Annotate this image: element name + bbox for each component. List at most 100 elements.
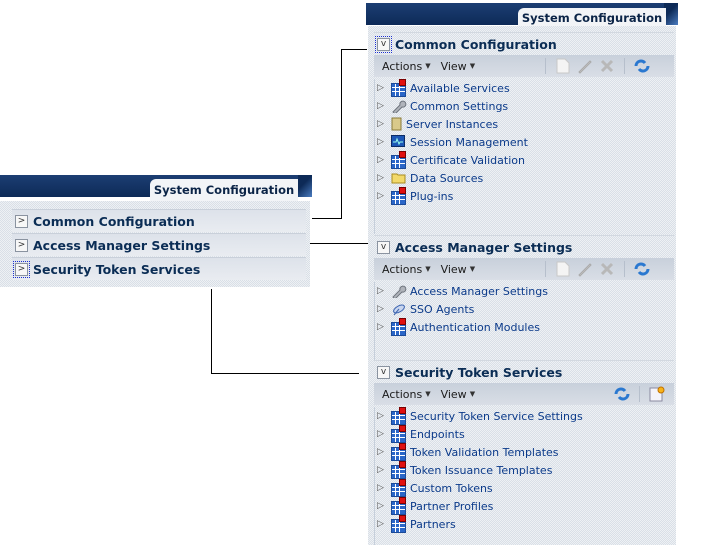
tree-item-custom-tokens[interactable]: ▷ Custom Tokens: [375, 479, 675, 497]
tree-item-session-management[interactable]: ▷ Session Management: [375, 133, 675, 151]
toolbar-separator: [624, 261, 626, 277]
view-label: View: [440, 59, 467, 73]
expand-triangle-icon[interactable]: ▷: [377, 155, 387, 165]
expand-triangle-icon[interactable]: ▷: [377, 519, 387, 529]
tree-item-security-token-service-settings[interactable]: ▷ Security Token Service Settings: [375, 407, 675, 425]
expand-triangle-icon[interactable]: ▷: [377, 465, 387, 475]
delete-icon[interactable]: [598, 261, 616, 277]
connector-line: [341, 49, 342, 219]
accordion-header-security-token-services[interactable]: > Security Token Services: [12, 257, 306, 280]
tree-item-data-sources[interactable]: ▷ Data Sources: [375, 169, 675, 187]
refresh-icon[interactable]: [633, 261, 651, 277]
toolbar-separator: [545, 58, 547, 74]
tree-item-partners[interactable]: ▷ Partners: [375, 515, 675, 533]
expand-icon[interactable]: >: [13, 260, 30, 278]
refresh-icon[interactable]: [633, 58, 651, 74]
expand-triangle-icon[interactable]: ▷: [377, 101, 387, 111]
tree-item-certificate-validation[interactable]: ▷ Certificate Validation: [375, 151, 675, 169]
grid-icon: [391, 79, 407, 97]
item-label: Token Validation Templates: [410, 445, 559, 459]
actions-menu[interactable]: Actions ▼: [382, 263, 431, 276]
grid-icon: [391, 515, 407, 533]
actions-label: Actions: [382, 262, 423, 276]
connector-line: [341, 49, 367, 50]
tab-system-configuration[interactable]: System Configuration: [518, 8, 666, 28]
collapsed-navigation-panel: System Configuration > Common Configurat…: [0, 175, 312, 287]
toolbar-separator: [624, 58, 626, 74]
tree-item-authentication-modules[interactable]: ▷ Authentication Modules: [375, 318, 675, 336]
item-label: Available Services: [410, 81, 510, 95]
tree-item-common-settings[interactable]: ▷ Common Settings: [375, 97, 675, 115]
item-label: Server Instances: [406, 117, 499, 131]
new-icon[interactable]: [554, 58, 572, 74]
tree-item-token-issuance-templates[interactable]: ▷ Token Issuance Templates: [375, 461, 675, 479]
connector-line: [211, 289, 212, 373]
accordion-label: Access Manager Settings: [395, 239, 573, 255]
expand-triangle-icon[interactable]: ▷: [377, 322, 387, 332]
grid-icon: [391, 318, 407, 336]
expand-triangle-icon[interactable]: ▷: [377, 304, 387, 314]
item-label: Access Manager Settings: [410, 284, 548, 298]
item-label: Certificate Validation: [410, 153, 525, 167]
expand-triangle-icon[interactable]: ▷: [377, 447, 387, 457]
caret-down-icon: ▼: [469, 265, 476, 273]
view-menu[interactable]: View ▼: [441, 60, 476, 73]
tab-system-configuration[interactable]: System Configuration: [150, 179, 298, 201]
tree-item-partner-profiles[interactable]: ▷ Partner Profiles: [375, 497, 675, 515]
accordion-header-common-configuration[interactable]: v Common Configuration: [374, 32, 674, 55]
view-menu[interactable]: View ▼: [441, 263, 476, 276]
grid-icon: [391, 425, 407, 443]
toolbar: Actions ▼ View ▼: [374, 258, 674, 280]
wrench-icon: [391, 284, 407, 300]
tree-item-plug-ins[interactable]: ▷ Plug-ins: [375, 187, 675, 205]
toolbar: Actions ▼ View ▼: [374, 55, 674, 77]
collapse-icon[interactable]: v: [377, 240, 390, 254]
create-icon[interactable]: [648, 386, 666, 402]
tree-list: ▷ Access Manager Settings ▷ SSO Agents ▷ Au…: [374, 282, 675, 360]
tree-item-access-manager-settings[interactable]: ▷ Access Manager Settings: [375, 282, 675, 300]
accordion-header-security-token-services[interactable]: v Security Token Services: [374, 360, 674, 383]
accordion-header-access-manager-settings[interactable]: v Access Manager Settings: [374, 235, 674, 258]
grid-icon: [391, 443, 407, 461]
actions-menu[interactable]: Actions ▼: [382, 60, 431, 73]
actions-menu[interactable]: Actions ▼: [382, 388, 431, 401]
tree-item-token-validation-templates[interactable]: ▷ Token Validation Templates: [375, 443, 675, 461]
tree-item-endpoints[interactable]: ▷ Endpoints: [375, 425, 675, 443]
caret-down-icon: ▼: [425, 62, 431, 70]
accordion-label: Security Token Services: [33, 261, 201, 277]
item-label: Endpoints: [410, 427, 465, 441]
new-icon[interactable]: [554, 261, 572, 277]
expand-triangle-icon[interactable]: ▷: [377, 501, 387, 511]
tree-item-available-services[interactable]: ▷ Available Services: [375, 79, 675, 97]
collapse-icon[interactable]: v: [377, 365, 390, 379]
expand-triangle-icon[interactable]: ▷: [377, 483, 387, 493]
expand-triangle-icon[interactable]: ▷: [377, 411, 387, 421]
grid-icon: [391, 187, 407, 205]
caret-down-icon: ▼: [469, 62, 476, 70]
grid-icon: [391, 461, 407, 479]
toolbar-separator: [545, 261, 547, 277]
edit-icon[interactable]: [576, 58, 594, 74]
expand-triangle-icon[interactable]: ▷: [377, 83, 387, 93]
collapse-icon[interactable]: v: [375, 35, 392, 53]
tree-item-server-instances[interactable]: ▷ Server Instances: [375, 115, 675, 133]
expand-triangle-icon[interactable]: ▷: [377, 173, 387, 183]
accordion-header-access-manager-settings[interactable]: > Access Manager Settings: [12, 233, 306, 256]
accordion-header-common-configuration[interactable]: > Common Configuration: [12, 209, 306, 232]
expand-triangle-icon[interactable]: ▷: [377, 286, 387, 296]
tree-item-sso-agents[interactable]: ▷ SSO Agents: [375, 300, 675, 318]
expand-triangle-icon[interactable]: ▷: [377, 191, 387, 201]
view-menu[interactable]: View ▼: [441, 388, 476, 401]
expand-triangle-icon[interactable]: ▷: [377, 119, 387, 129]
expand-triangle-icon[interactable]: ▷: [377, 137, 387, 147]
connector-line: [211, 373, 359, 374]
refresh-icon[interactable]: [613, 386, 631, 402]
delete-icon[interactable]: [598, 58, 616, 74]
item-label: Session Management: [410, 135, 528, 149]
expand-icon[interactable]: >: [15, 214, 28, 228]
expand-icon[interactable]: >: [15, 238, 28, 252]
expand-triangle-icon[interactable]: ▷: [377, 429, 387, 439]
edit-icon[interactable]: [576, 261, 594, 277]
connector-line: [312, 218, 342, 219]
accordion-label: Security Token Services: [395, 364, 563, 380]
